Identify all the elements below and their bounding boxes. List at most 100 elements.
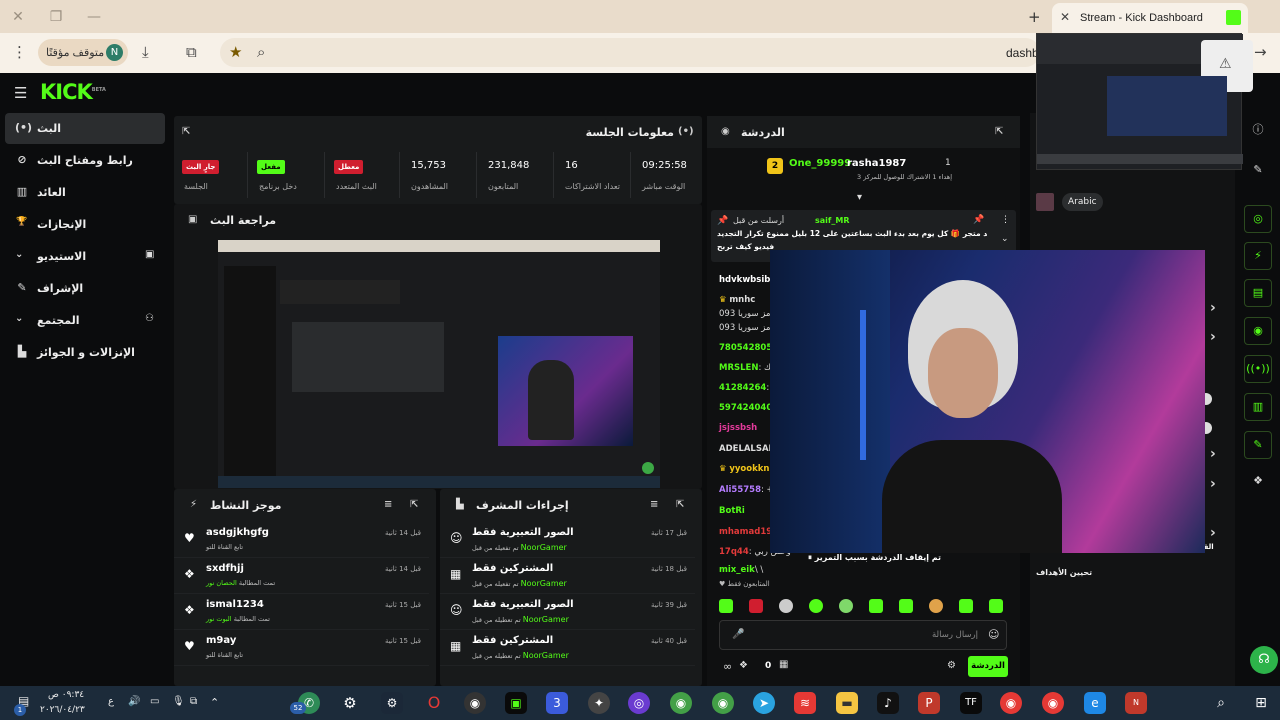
bolt-icon[interactable]: ⚡ — [1244, 242, 1272, 270]
chrome-icon[interactable]: ◉ — [670, 692, 692, 714]
sidebar-item-moderation[interactable]: ✎ الإشراف — [5, 273, 165, 304]
more-options-icon[interactable]: ⋮ — [1001, 215, 1010, 225]
mic-icon[interactable]: 🎤 — [732, 629, 744, 640]
language-indicator[interactable]: ع — [108, 696, 114, 707]
chevron-right-icon[interactable]: › — [1210, 329, 1216, 345]
menu-dots-icon[interactable]: ⋮ — [12, 43, 27, 61]
activity-user[interactable]: m9ay — [206, 635, 236, 646]
telegram-icon[interactable]: ➤ — [753, 692, 775, 714]
chat-user[interactable]: 17q44 — [719, 547, 749, 557]
app-icon[interactable]: ◎ — [628, 692, 650, 714]
send-chat-button[interactable]: الدردشة — [968, 656, 1008, 677]
gift-icon[interactable]: ▦ — [779, 659, 788, 670]
hamburger-menu-icon[interactable]: ☰ — [14, 84, 27, 102]
collapse-arrow-icon[interactable]: ▾ — [857, 192, 862, 203]
sidebar-item-drops[interactable]: ▙ الإنزالات و الجوائز — [5, 337, 165, 368]
document-icon[interactable]: ▤ — [1244, 279, 1272, 307]
emote-icon[interactable] — [749, 599, 763, 613]
camera-icon[interactable]: ◎ — [1244, 205, 1272, 233]
stream-preview-video[interactable] — [218, 240, 660, 488]
emote-icon[interactable] — [809, 599, 823, 613]
activity-user[interactable]: sxdfhjj — [206, 563, 244, 574]
language-tag[interactable]: Arabic — [1062, 193, 1103, 211]
chat-user[interactable]: yyookkn — [729, 464, 769, 474]
chevron-right-icon[interactable]: › — [1210, 476, 1216, 492]
wrench-icon[interactable]: ✎ — [1244, 431, 1272, 459]
folder-icon[interactable]: ▬ — [836, 692, 858, 714]
chat-user[interactable]: Ali55758 — [719, 485, 761, 495]
app-icon[interactable]: e — [1084, 692, 1106, 714]
emote-icon[interactable] — [899, 599, 913, 613]
network-icon[interactable]: ⧉ — [190, 696, 197, 707]
chat-user[interactable]: BotRi — [719, 506, 745, 516]
emote-icon[interactable] — [929, 599, 943, 613]
chat-user[interactable]: MRSLEN — [719, 363, 758, 373]
windows-start-icon[interactable]: ⊞ — [1250, 692, 1272, 714]
emote-icon[interactable] — [959, 599, 973, 613]
leader-name[interactable]: One_99999 — [789, 158, 851, 169]
paused-profile-pill[interactable]: متوقف مؤقتًا N — [38, 39, 128, 66]
chevron-right-icon[interactable]: › — [1210, 300, 1216, 316]
obs-icon[interactable]: ◉ — [464, 692, 486, 714]
settings-gear-icon[interactable]: ⚙ — [947, 660, 956, 671]
community-icon[interactable]: ❖ — [1244, 468, 1272, 496]
info-icon[interactable]: ⓘ — [1244, 117, 1272, 145]
emoji-picker-icon[interactable]: ☺ — [988, 628, 999, 641]
new-tab-icon[interactable]: + — [1028, 8, 1041, 26]
search-icon[interactable]: ⌕ — [1210, 692, 1232, 714]
settings-gear-icon[interactable]: ⚙ — [339, 692, 361, 714]
app-icon[interactable]: 3 — [546, 692, 568, 714]
filter-icon[interactable]: ≡ — [384, 499, 392, 510]
sidebar-item-community[interactable]: ⌄ ⚇ المجتمع — [5, 305, 165, 336]
filter-icon[interactable]: ≡ — [650, 499, 658, 510]
app-icon[interactable]: ≋ — [794, 692, 816, 714]
expand-icon[interactable]: ⇱ — [676, 499, 684, 510]
volume-icon[interactable]: 🔊 — [128, 696, 140, 707]
forward-arrow-icon[interactable]: → — [1254, 43, 1267, 61]
app-icon[interactable]: N — [1125, 692, 1147, 714]
expand-icon[interactable]: ⇱ — [995, 126, 1003, 137]
app-icon[interactable]: ▣ — [505, 692, 527, 714]
chevron-right-icon[interactable]: › — [1210, 525, 1216, 541]
minimize-window-icon[interactable]: — — [84, 7, 104, 27]
tray-chevron-icon[interactable]: ⌃ — [210, 696, 219, 709]
sidebar-item-stream[interactable]: (•) البث — [5, 113, 165, 144]
chat-user[interactable]: 41284264 — [719, 383, 766, 393]
opera-icon[interactable]: O — [423, 692, 445, 714]
chat-user[interactable]: mix_eik — [719, 565, 755, 575]
app-icon[interactable]: TF — [960, 692, 982, 714]
search-key-icon[interactable]: ⌕ — [257, 43, 265, 61]
chat-paused-notice[interactable]: ⏸ تم إيقاف الدردشة بسبب التمرير — [808, 553, 1008, 563]
monitor-icon[interactable]: ▭ — [150, 696, 159, 707]
chat-bubble-icon[interactable]: ◉ — [1244, 317, 1272, 345]
address-bar[interactable] — [220, 38, 1040, 67]
layout-icon[interactable]: ▥ — [1244, 393, 1272, 421]
pinned-user[interactable]: saif_MR — [815, 216, 850, 225]
chrome-icon[interactable]: ◉ — [1042, 692, 1064, 714]
emote-icon[interactable] — [719, 599, 733, 613]
activity-user[interactable]: asdgjkhgfg — [206, 527, 269, 538]
sidebar-item-stream-key[interactable]: ⊘ رابط ومفتاح البث — [5, 145, 165, 176]
chat-user[interactable]: 597424040 — [719, 403, 772, 413]
chat-user[interactable]: 780542805 — [719, 343, 772, 353]
goals-label[interactable]: تحيين الأهداف — [1036, 568, 1092, 577]
chevron-down-icon[interactable]: ⌄ — [1001, 234, 1009, 244]
emote-icon[interactable] — [869, 599, 883, 613]
chat-user[interactable]: jsjssbsh — [719, 423, 757, 433]
emote-icon[interactable] — [989, 599, 1003, 613]
chat-user[interactable]: mnhc — [729, 295, 755, 305]
chat-input[interactable]: 🎤 إرسال رسالة ☺ — [719, 620, 1007, 650]
sidebar-item-achievements[interactable]: 🏆 الإنجازات — [5, 209, 165, 240]
download-icon[interactable]: ⤓ — [142, 43, 149, 61]
emote-icon[interactable] — [779, 599, 793, 613]
tiktok-icon[interactable]: ♪ — [877, 692, 899, 714]
expand-icon[interactable]: ⇱ — [182, 126, 190, 137]
mod-action-by[interactable]: NoorGamer — [523, 615, 569, 624]
pin-toggle-icon[interactable]: 📌 — [973, 215, 984, 225]
app-icon[interactable]: ✦ — [588, 692, 610, 714]
activity-user[interactable]: ismal1234 — [206, 599, 264, 610]
leader-name[interactable]: rasha1987 — [847, 158, 906, 169]
expand-icon[interactable]: ⇱ — [410, 499, 418, 510]
webcam-overlay[interactable] — [770, 250, 1205, 553]
chat-user[interactable]: ADELALSAH — [719, 444, 776, 454]
